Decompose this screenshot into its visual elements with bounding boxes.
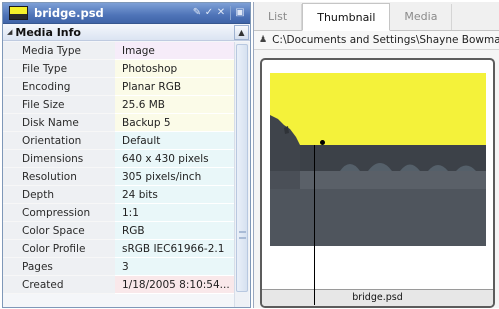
label-icon[interactable]: ▣ [234,6,246,20]
info-row-value[interactable]: RGB [115,222,234,240]
pencil-icon[interactable]: ✎ [191,6,203,20]
file-name-label: bridge.psd [34,6,104,20]
info-row-label: Resolution [3,168,115,186]
info-row-label: Created [3,276,115,294]
info-row[interactable]: Resolution 305 pixels/inch [3,168,234,186]
scrollbar-thumb[interactable] [236,44,248,292]
path-label: C:\Documents and Settings\Shayne Bowman\… [272,34,499,46]
path-bar: ♟ C:\Documents and Settings\Shayne Bowma… [254,31,499,50]
section-title: Media Info [15,25,81,39]
info-row-label: File Size [3,96,115,114]
media-info-section-header[interactable]: ◢ Media Info ▲ [3,24,250,41]
info-row[interactable]: Encoding Planar RGB [3,78,234,96]
info-row-value[interactable]: Planar RGB [115,78,234,96]
info-row-value[interactable]: sRGB IEC61966-2.1 [115,240,234,258]
info-row[interactable]: Media Type Image [3,42,234,60]
info-row-label: Orientation [3,132,115,150]
info-rows: Media Type Image File Type Photoshop Encodin… [3,42,234,294]
info-row-value[interactable]: 1/18/2005 8:10:54... [115,276,234,294]
info-row[interactable]: Color Space RGB [3,222,234,240]
info-row[interactable]: Color Profile sRGB IEC61966-2.1 [3,240,234,258]
content-panel: List Thumbnail Media ♟ C:\Documents and Se… [253,2,499,308]
media-info-panel: bridge.psd ✎ ✓ ✕ ▣ ◢ Media Info ▲ Media … [2,2,251,308]
thumbnail-image[interactable] [270,73,486,246]
vertical-scrollbar[interactable] [234,42,249,307]
info-row[interactable]: File Type Photoshop [3,60,234,78]
info-row[interactable]: Disk Name Backup 5 [3,114,234,132]
info-row-value[interactable]: Image [115,42,234,60]
info-row-value[interactable]: 24 bits [115,186,234,204]
info-row[interactable]: Dimensions 640 x 430 pixels [3,150,234,168]
thumbnail-caption-bar: bridge.psd [262,289,493,306]
reflection-band [300,171,486,189]
info-row-label: Pages [3,258,115,276]
info-row[interactable]: Pages 3 [3,258,234,276]
info-row-label: Compression [3,204,115,222]
annotation-line [314,145,315,305]
info-row-value[interactable]: Backup 5 [115,114,234,132]
view-tabs: List Thumbnail Media [254,2,499,31]
bridge-band [300,145,486,171]
info-row-label: Dimensions [3,150,115,168]
thumbnail-caption: bridge.psd [352,292,403,303]
scroll-up-button[interactable]: ▲ [234,25,249,40]
tab-list[interactable]: List [254,4,303,30]
panel-title-bar: bridge.psd ✎ ✓ ✕ ▣ [3,3,250,24]
tab-media[interactable]: Media [390,4,453,30]
info-row[interactable]: File Size 25.6 MB [3,96,234,114]
toolbar-divider [230,6,231,20]
info-row[interactable]: Depth 24 bits [3,186,234,204]
info-row-value[interactable]: 305 pixels/inch [115,168,234,186]
sky-area [270,73,486,145]
scrollbar-grip-icon [239,231,246,239]
info-row-label: Color Space [3,222,115,240]
info-row-value[interactable]: 640 x 430 pixels [115,150,234,168]
info-row-value[interactable]: 25.6 MB [115,96,234,114]
checkmark-icon[interactable]: ✓ [203,6,215,20]
tab-thumbnail[interactable]: Thumbnail [302,3,391,31]
annotation-dot [320,140,325,145]
info-row[interactable]: Created 1/18/2005 8:10:54... [3,276,234,294]
info-row-label: Disk Name [3,114,115,132]
info-row-value[interactable]: 1:1 [115,204,234,222]
info-row-label: Depth [3,186,115,204]
info-row-label: Color Profile [3,240,115,258]
psd-file-icon [9,6,28,20]
info-row-label: File Type [3,60,115,78]
info-row-label: Media Type [3,42,115,60]
reject-icon[interactable]: ✕ [215,6,227,20]
collapse-triangle-icon[interactable]: ◢ [7,28,12,36]
info-row-value[interactable]: Photoshop [115,60,234,78]
info-row-label: Encoding [3,78,115,96]
toolbar: ✎ ✓ ✕ ▣ [191,6,246,20]
info-row-value[interactable]: 3 [115,258,234,276]
info-row-value[interactable]: Default [115,132,234,150]
user-icon: ♟ [259,35,268,45]
thumbnail-card[interactable]: bridge.psd [260,58,495,308]
lower-water [270,189,486,246]
info-row[interactable]: Compression 1:1 [3,204,234,222]
info-row[interactable]: Orientation Default [3,132,234,150]
